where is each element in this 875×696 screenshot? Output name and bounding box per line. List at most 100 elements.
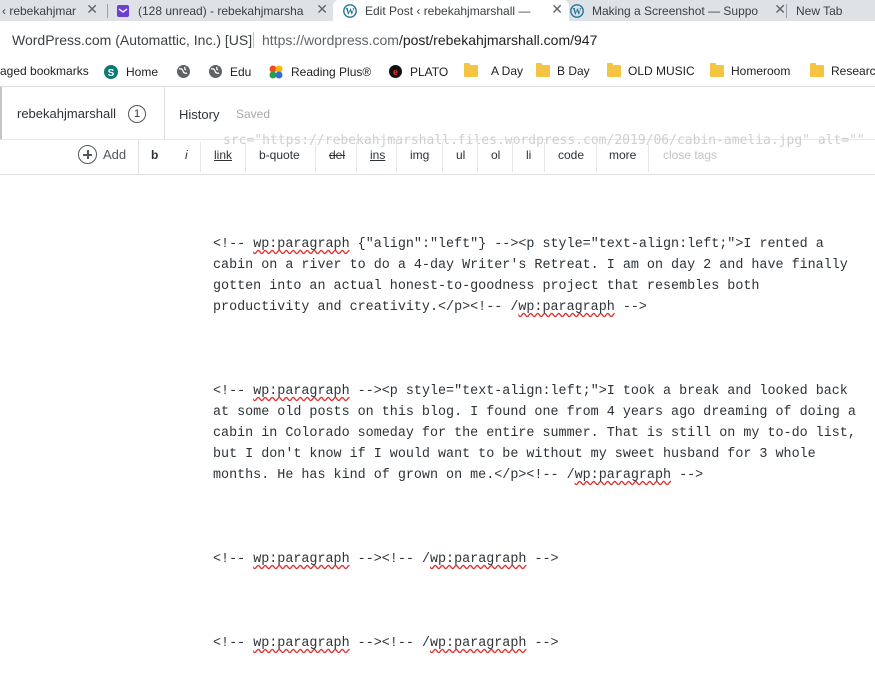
tab-label: Making a Screenshot — Suppo bbox=[592, 3, 759, 18]
code-line: cabin on a river to do a 4-day Writer's … bbox=[213, 258, 848, 273]
plus-circle-icon bbox=[78, 145, 97, 164]
bookmark-label: A Day bbox=[491, 64, 524, 78]
url-text[interactable]: https://wordpress.com/post/rebekahjmarsh… bbox=[262, 32, 597, 48]
site-identity[interactable]: WordPress.com (Automattic, Inc.) [US] bbox=[12, 32, 252, 48]
code-text: <!-- bbox=[213, 237, 254, 252]
img-tag-button[interactable]: img bbox=[410, 148, 429, 162]
address-bar[interactable]: WordPress.com (Automattic, Inc.) [US] ht… bbox=[0, 21, 875, 57]
tab-label: (128 unread) - rebekahjmarsha bbox=[138, 3, 304, 18]
tab-rebekahjmarshall[interactable]: ‹ rebekahjmar ✕ bbox=[0, 0, 104, 21]
bookmark-label: Edu bbox=[230, 64, 252, 79]
tab-edit-post[interactable]: W Edit Post ‹ rebekahjmarshall — ✕ bbox=[333, 0, 569, 21]
tab-yahoo-mail[interactable]: (128 unread) - rebekahjmarsha ✕ bbox=[112, 0, 334, 21]
html-editor-textarea[interactable]: <!-- wp:paragraph {"align":"left"} --><p… bbox=[213, 192, 875, 696]
code-text: <!-- bbox=[213, 552, 254, 567]
code-text: productivity and creativity.</p><!-- / bbox=[213, 300, 519, 315]
misspelled-word: wp:paragraph bbox=[253, 384, 350, 399]
code-text: <!-- bbox=[213, 384, 254, 399]
save-status: Saved bbox=[236, 107, 271, 121]
bookmark-managed[interactable]: aged bookmarks bbox=[0, 64, 89, 78]
more-tag-button[interactable]: more bbox=[609, 148, 636, 162]
code-text: --> bbox=[526, 636, 559, 651]
tab-new-tab[interactable]: New Tab bbox=[796, 0, 875, 21]
bookmark-b-day[interactable]: B Day bbox=[536, 63, 590, 78]
wordpress-icon: W bbox=[570, 3, 584, 18]
sidebar-edge bbox=[0, 87, 2, 139]
misspelled-word: wp:paragraph bbox=[253, 237, 350, 252]
notification-count-badge[interactable]: 1 bbox=[128, 105, 146, 123]
misspelled-word: wp:paragraph bbox=[429, 636, 527, 651]
toolbar-divider bbox=[138, 140, 139, 174]
tab-label: ‹ rebekahjmar bbox=[2, 3, 77, 18]
site-switcher[interactable]: rebekahjmarshall bbox=[17, 106, 116, 121]
bookmark-plato[interactable]: e PLATO bbox=[388, 64, 448, 79]
header-divider bbox=[164, 87, 165, 139]
bookmark-reading-plus[interactable]: Reading Plus® bbox=[268, 64, 371, 80]
code-tag-button[interactable]: code bbox=[558, 148, 584, 162]
close-tab-icon[interactable]: ✕ bbox=[316, 1, 328, 18]
close-tags-button[interactable]: close tags bbox=[663, 148, 717, 162]
svg-text:S: S bbox=[108, 68, 115, 79]
bookmark-label: B Day bbox=[557, 64, 590, 78]
bookmark-edu[interactable]: Edu bbox=[208, 64, 251, 79]
bookmark-a-day[interactable]: A Day bbox=[464, 63, 524, 78]
reading-plus-icon bbox=[268, 64, 284, 80]
bookmark-home[interactable]: S Home bbox=[103, 64, 158, 80]
close-tab-icon[interactable]: ✕ bbox=[86, 1, 98, 18]
code-text: --><!-- / bbox=[349, 552, 430, 567]
browser-tab-strip: ‹ rebekahjmar ✕ (128 unread) - rebekahjm… bbox=[0, 0, 875, 21]
code-text: <!-- bbox=[213, 636, 254, 651]
code-line: at some old posts on this blog. I found … bbox=[213, 405, 856, 420]
bookmark-label: Reading Plus® bbox=[291, 65, 372, 79]
code-paragraph: <!-- wp:paragraph --><!-- /wp:paragraph … bbox=[213, 633, 875, 654]
plato-icon: e bbox=[388, 64, 403, 79]
close-tab-icon[interactable]: ✕ bbox=[774, 1, 786, 18]
code-text: {"align":"left"} --><p style="text-align… bbox=[349, 237, 824, 252]
ol-tag-button[interactable]: ol bbox=[491, 148, 500, 162]
code-text: --> bbox=[614, 300, 647, 315]
link-tag-button[interactable]: link bbox=[214, 148, 232, 162]
svg-text:e: e bbox=[393, 67, 398, 77]
add-media-button[interactable]: Add bbox=[78, 145, 126, 164]
history-button[interactable]: History bbox=[179, 107, 219, 122]
folder-icon bbox=[464, 63, 478, 77]
yahoo-mail-icon bbox=[116, 4, 130, 18]
add-label: Add bbox=[103, 147, 127, 162]
code-line: cabin in Colorado someday for the entire… bbox=[213, 426, 856, 441]
misspelled-word: wp:paragraph bbox=[253, 552, 350, 567]
ins-tag-button[interactable]: ins bbox=[370, 148, 385, 162]
code-line: gotten into an actual honest-to-goodness… bbox=[213, 279, 760, 294]
svg-text:W: W bbox=[346, 6, 355, 16]
url-origin: https://wordpress.com bbox=[262, 32, 399, 48]
tab-label: New Tab bbox=[796, 3, 843, 18]
code-text: --><p style="text-align:left;">I took a … bbox=[349, 384, 848, 399]
blockquote-tag-button[interactable]: b-quote bbox=[259, 148, 300, 162]
code-text: --> bbox=[526, 552, 559, 567]
bookmark-globe[interactable] bbox=[176, 64, 198, 79]
url-path: /post/rebekahjmarshall.com/947 bbox=[398, 32, 598, 48]
folder-icon bbox=[710, 63, 724, 77]
code-paragraph: <!-- wp:paragraph --><!-- /wp:paragraph … bbox=[213, 549, 875, 570]
bold-tag-button[interactable]: b bbox=[151, 148, 158, 162]
code-paragraph: <!-- wp:paragraph --><p style="text-alig… bbox=[213, 381, 875, 486]
bookmark-label: OLD MUSIC bbox=[628, 64, 695, 78]
folder-icon bbox=[536, 63, 550, 77]
sharepoint-icon: S bbox=[103, 64, 119, 80]
del-tag-button[interactable]: del bbox=[329, 148, 345, 162]
bookmark-old-music[interactable]: OLD MUSIC bbox=[607, 63, 695, 78]
wordpress-icon: W bbox=[343, 3, 357, 18]
bookmark-research[interactable]: Research bbox=[810, 63, 875, 78]
bookmark-homeroom[interactable]: Homeroom bbox=[710, 63, 790, 78]
misspelled-word: wp:paragraph bbox=[253, 636, 350, 651]
italic-tag-button[interactable]: i bbox=[185, 148, 188, 162]
misspelled-word: wp:paragraph bbox=[429, 552, 527, 567]
address-divider bbox=[253, 32, 254, 48]
ul-tag-button[interactable]: ul bbox=[456, 148, 465, 162]
folder-icon bbox=[607, 63, 621, 77]
html-toolbar: src="https://rebekahjmarshall.files.word… bbox=[0, 133, 875, 175]
li-tag-button[interactable]: li bbox=[526, 148, 531, 162]
misspelled-word: wp:paragraph bbox=[518, 300, 615, 315]
bookmark-label: Home bbox=[126, 65, 159, 79]
folder-icon bbox=[810, 63, 824, 77]
tab-making-a-screenshot[interactable]: W Making a Screenshot — Suppo ✕ bbox=[562, 0, 792, 21]
